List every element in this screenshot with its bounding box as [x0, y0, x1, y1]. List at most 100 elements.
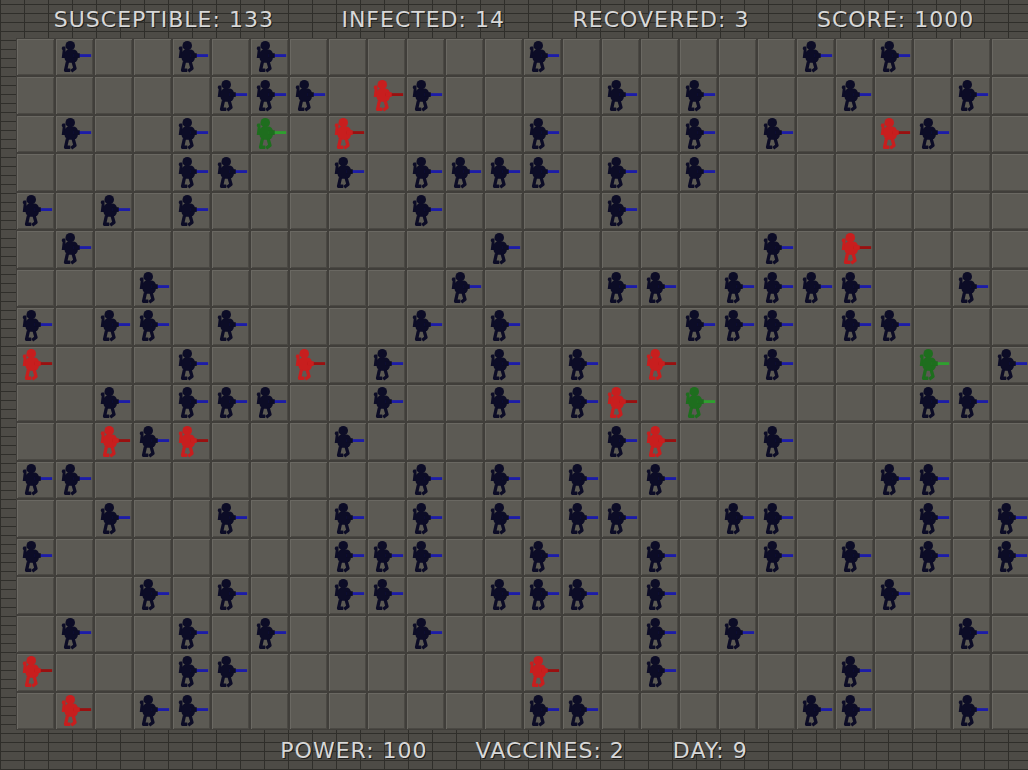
floor-tile[interactable] — [796, 38, 835, 76]
floor-tile[interactable] — [757, 38, 796, 76]
floor-tile[interactable] — [328, 192, 367, 230]
floor-tile[interactable] — [172, 269, 211, 307]
floor-tile[interactable] — [94, 461, 133, 499]
floor-tile[interactable] — [289, 307, 328, 345]
susceptible-person-icon[interactable] — [798, 39, 834, 75]
floor-tile[interactable] — [952, 422, 991, 460]
floor-tile[interactable] — [367, 422, 406, 460]
susceptible-person-icon[interactable] — [135, 693, 171, 729]
floor-tile[interactable] — [250, 346, 289, 384]
floor-tile[interactable] — [913, 307, 952, 345]
susceptible-person-icon[interactable] — [603, 270, 639, 306]
floor-tile[interactable] — [796, 307, 835, 345]
floor-tile[interactable] — [562, 422, 601, 460]
floor-tile[interactable] — [133, 653, 172, 691]
floor-tile[interactable] — [367, 692, 406, 730]
floor-tile[interactable] — [679, 615, 718, 653]
floor-tile[interactable] — [913, 499, 952, 537]
floor-tile[interactable] — [55, 269, 94, 307]
floor-tile[interactable] — [484, 76, 523, 114]
floor-tile[interactable] — [250, 499, 289, 537]
floor-tile[interactable] — [913, 576, 952, 614]
floor-tile[interactable] — [94, 307, 133, 345]
floor-tile[interactable] — [211, 192, 250, 230]
floor-tile[interactable] — [952, 153, 991, 191]
susceptible-person-icon[interactable] — [18, 308, 54, 344]
susceptible-person-icon[interactable] — [603, 193, 639, 229]
susceptible-person-icon[interactable] — [96, 385, 132, 421]
floor-tile[interactable] — [640, 38, 679, 76]
floor-tile[interactable] — [289, 38, 328, 76]
floor-tile[interactable] — [289, 538, 328, 576]
floor-tile[interactable] — [406, 346, 445, 384]
susceptible-person-icon[interactable] — [837, 270, 873, 306]
floor-tile[interactable] — [601, 38, 640, 76]
floor-tile[interactable] — [94, 346, 133, 384]
floor-tile[interactable] — [94, 230, 133, 268]
floor-tile[interactable] — [211, 346, 250, 384]
floor-tile[interactable] — [835, 76, 874, 114]
floor-tile[interactable] — [94, 38, 133, 76]
floor-tile[interactable] — [679, 76, 718, 114]
floor-tile[interactable] — [289, 692, 328, 730]
recovered-person-icon[interactable] — [915, 347, 951, 383]
floor-tile[interactable] — [952, 307, 991, 345]
floor-tile[interactable] — [367, 615, 406, 653]
floor-tile[interactable] — [94, 76, 133, 114]
floor-tile[interactable] — [874, 76, 913, 114]
floor-tile[interactable] — [289, 422, 328, 460]
susceptible-person-icon[interactable] — [252, 39, 288, 75]
floor-tile[interactable] — [16, 538, 55, 576]
floor-tile[interactable] — [991, 538, 1028, 576]
floor-tile[interactable] — [367, 346, 406, 384]
susceptible-person-icon[interactable] — [135, 577, 171, 613]
floor-tile[interactable] — [484, 192, 523, 230]
floor-tile[interactable] — [133, 192, 172, 230]
floor-tile[interactable] — [952, 38, 991, 76]
susceptible-person-icon[interactable] — [135, 424, 171, 460]
floor-tile[interactable] — [367, 269, 406, 307]
floor-tile[interactable] — [406, 38, 445, 76]
floor-tile[interactable] — [172, 153, 211, 191]
floor-tile[interactable] — [328, 384, 367, 422]
floor-tile[interactable] — [445, 653, 484, 691]
floor-tile[interactable] — [640, 499, 679, 537]
floor-tile[interactable] — [952, 76, 991, 114]
floor-tile[interactable] — [211, 461, 250, 499]
floor-tile[interactable] — [913, 230, 952, 268]
susceptible-person-icon[interactable] — [603, 78, 639, 114]
floor-tile[interactable] — [211, 269, 250, 307]
floor-tile[interactable] — [835, 346, 874, 384]
floor-tile[interactable] — [562, 461, 601, 499]
susceptible-person-icon[interactable] — [447, 270, 483, 306]
floor-tile[interactable] — [991, 269, 1028, 307]
floor-tile[interactable] — [16, 153, 55, 191]
floor-tile[interactable] — [757, 461, 796, 499]
susceptible-person-icon[interactable] — [447, 155, 483, 191]
floor-tile[interactable] — [211, 499, 250, 537]
floor-tile[interactable] — [562, 269, 601, 307]
floor-tile[interactable] — [484, 346, 523, 384]
floor-tile[interactable] — [796, 115, 835, 153]
floor-tile[interactable] — [328, 653, 367, 691]
susceptible-person-icon[interactable] — [642, 654, 678, 690]
floor-tile[interactable] — [172, 615, 211, 653]
floor-tile[interactable] — [601, 615, 640, 653]
floor-tile[interactable] — [913, 384, 952, 422]
susceptible-person-icon[interactable] — [837, 654, 873, 690]
floor-tile[interactable] — [640, 230, 679, 268]
floor-tile[interactable] — [133, 499, 172, 537]
floor-tile[interactable] — [835, 422, 874, 460]
susceptible-person-icon[interactable] — [174, 347, 210, 383]
floor-tile[interactable] — [835, 307, 874, 345]
floor-tile[interactable] — [406, 153, 445, 191]
floor-tile[interactable] — [952, 653, 991, 691]
susceptible-person-icon[interactable] — [174, 116, 210, 152]
floor-tile[interactable] — [211, 653, 250, 691]
floor-tile[interactable] — [16, 307, 55, 345]
susceptible-person-icon[interactable] — [798, 270, 834, 306]
floor-tile[interactable] — [328, 461, 367, 499]
floor-tile[interactable] — [991, 76, 1028, 114]
floor-tile[interactable] — [757, 499, 796, 537]
floor-tile[interactable] — [991, 422, 1028, 460]
